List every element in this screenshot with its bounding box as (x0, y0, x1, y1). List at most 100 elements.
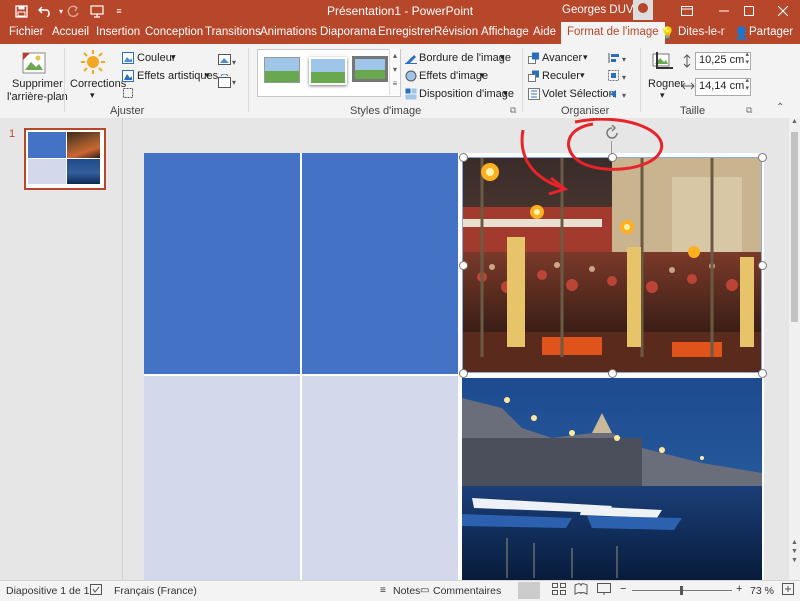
width-field[interactable]: 14,14 cm ▴ ▾ (695, 77, 751, 96)
tab-transitions[interactable]: Transitions (205, 26, 261, 38)
artistic-effects-icon[interactable] (122, 70, 134, 85)
annotation-overlay (520, 118, 664, 196)
rotate-objects-icon[interactable]: ▾ (608, 88, 630, 103)
send-backward-button[interactable]: Reculer (542, 70, 580, 82)
slide-canvas (123, 118, 789, 580)
artistic-effects-dropdown-icon[interactable]: ▾ (205, 70, 210, 81)
crop-button[interactable]: Rogner (648, 78, 684, 90)
lightbulb-icon[interactable]: 💡 (660, 26, 675, 40)
picture-style-3[interactable] (352, 56, 388, 82)
color-button[interactable]: Couleur (137, 52, 176, 64)
status-bar: Diapositive 1 de 1 Français (France) ≡ N… (0, 580, 800, 601)
selection-pane-icon[interactable] (528, 88, 540, 103)
vertical-scrollbar[interactable]: ▲ ▲ ▼ ▼ (789, 118, 800, 580)
slideshow-icon[interactable] (597, 583, 611, 598)
corrections-icon[interactable] (81, 50, 105, 77)
tab-insertion[interactable]: Insertion (96, 26, 140, 38)
remove-background-label[interactable]: Supprimer (12, 78, 63, 90)
picture-border-icon[interactable] (405, 52, 417, 67)
avatar[interactable] (633, 0, 653, 20)
picture-layout-icon[interactable] (405, 88, 417, 103)
tab-format-image[interactable]: Format de l'image (561, 22, 665, 44)
notes-icon[interactable]: ≡ (380, 585, 386, 596)
fit-to-window-icon[interactable] (782, 583, 794, 598)
reading-view-icon[interactable] (574, 583, 588, 598)
reset-picture-icon[interactable]: ▾ (218, 73, 240, 91)
crop-icon[interactable] (651, 52, 673, 77)
bring-forward-button[interactable]: Avancer (542, 52, 582, 64)
compress-pictures-icon[interactable] (122, 87, 134, 102)
remove-background-label-2[interactable]: l'arrière-plan (7, 91, 68, 103)
send-backward-dropdown-icon[interactable]: ▾ (580, 70, 585, 81)
svg-text:▾: ▾ (622, 73, 626, 82)
title-bar: ▾ ≡ Présentation1 - PowerPoint Georges D… (0, 0, 800, 22)
share-icon[interactable]: 👤 (734, 26, 749, 40)
tab-enregistrer[interactable]: Enregistrer (378, 26, 434, 38)
zoom-level[interactable]: 73 % (750, 585, 774, 597)
svg-text:▾: ▾ (232, 78, 236, 87)
picture-style-2[interactable] (309, 57, 347, 85)
tab-conception[interactable]: Conception (145, 26, 203, 38)
color-icon[interactable] (122, 52, 134, 67)
group-objects-icon[interactable]: ▾ (608, 70, 630, 85)
remove-background-icon[interactable] (22, 52, 46, 77)
svg-text:▾: ▾ (232, 58, 236, 67)
styles-launcher-icon[interactable]: ⧉ (510, 105, 516, 116)
width-value: 14,14 cm (699, 80, 745, 92)
bring-forward-dropdown-icon[interactable]: ▾ (583, 52, 588, 63)
zoom-out-icon[interactable]: − (620, 583, 626, 595)
zoom-slider-thumb[interactable] (680, 586, 683, 595)
picture-effects-dropdown-icon[interactable]: ▾ (480, 70, 485, 81)
svg-text:▾: ▾ (622, 55, 626, 64)
height-spinner-icon[interactable]: ▴ ▾ (745, 51, 749, 67)
picture-layout-dropdown-icon[interactable]: ▾ (503, 88, 508, 99)
tab-fichier[interactable]: Fichier (9, 26, 44, 38)
picture-border-button[interactable]: Bordure de l'image (419, 52, 511, 64)
slide-thumbnail[interactable] (24, 128, 106, 190)
corrections-dropdown-icon[interactable]: ▾ (90, 90, 95, 101)
bring-forward-icon[interactable] (528, 52, 540, 67)
send-backward-icon[interactable] (528, 70, 540, 85)
tab-affichage[interactable]: Affichage (481, 26, 529, 38)
notes-button[interactable]: Notes (393, 585, 420, 597)
language-indicator[interactable]: Français (France) (114, 585, 197, 597)
gallery-scroll[interactable]: ▴ ▾ ≡ (389, 49, 400, 95)
change-picture-icon[interactable]: ▾ (218, 54, 240, 71)
maximize-icon[interactable] (730, 0, 768, 22)
slide-sorter-icon[interactable] (552, 583, 566, 598)
share-button[interactable]: Partager (749, 26, 793, 38)
align-icon[interactable]: ▾ (608, 52, 630, 67)
zoom-in-icon[interactable]: + (736, 583, 742, 595)
comments-icon[interactable]: ▭ (420, 585, 429, 596)
height-field[interactable]: 10,25 cm ▴ ▾ (695, 51, 751, 70)
tab-tell-me[interactable]: Dites-le-r (678, 26, 725, 38)
close-icon[interactable] (764, 0, 800, 22)
normal-view-icon[interactable] (518, 582, 540, 599)
size-launcher-icon[interactable]: ⧉ (746, 105, 752, 116)
slide-counter: Diapositive 1 de 1 (6, 585, 90, 597)
picture-layout-button[interactable]: Disposition d'image (419, 88, 514, 100)
corrections-button[interactable]: Corrections (70, 78, 126, 90)
comments-button[interactable]: Commentaires (433, 585, 501, 597)
collapse-ribbon-icon[interactable]: ⌃ (776, 102, 784, 113)
tab-diaporama[interactable]: Diaporama (320, 26, 376, 38)
height-value: 10,25 cm (699, 54, 745, 66)
picture-effects-button[interactable]: Effets d'image (419, 70, 488, 82)
group-arrange-label: Organiser (561, 105, 610, 117)
tab-animations[interactable]: Animations (260, 26, 317, 38)
spellcheck-icon[interactable] (90, 584, 102, 598)
picture-style-1[interactable] (264, 57, 300, 83)
tab-aide[interactable]: Aide (533, 26, 556, 38)
tab-accueil[interactable]: Accueil (52, 26, 89, 38)
picture-border-dropdown-icon[interactable]: ▾ (500, 52, 505, 63)
width-spinner-icon[interactable]: ▴ ▾ (745, 77, 749, 93)
ribbon-display-icon[interactable] (668, 0, 706, 22)
width-icon (681, 80, 695, 95)
picture-styles-gallery[interactable] (257, 49, 401, 97)
tab-revision[interactable]: Révision (434, 26, 478, 38)
selection-pane-button[interactable]: Volet Sélection (542, 88, 615, 100)
annotation-arrow (520, 129, 564, 190)
crop-dropdown-icon[interactable]: ▾ (660, 90, 665, 101)
color-dropdown-icon[interactable]: ▾ (171, 52, 176, 63)
picture-effects-icon[interactable] (405, 70, 417, 85)
